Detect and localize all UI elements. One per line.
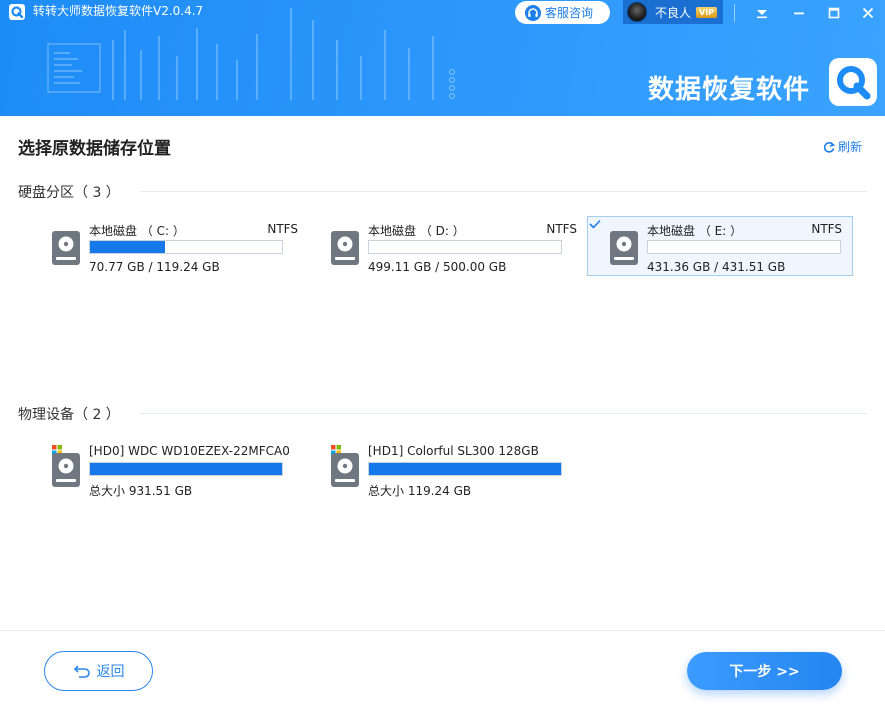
device-usage-bar <box>89 462 283 476</box>
maximize-icon[interactable] <box>823 2 845 24</box>
vip-badge: VIP <box>696 6 718 18</box>
device-size: 总大小 931.51 GB <box>89 484 193 498</box>
next-step-button[interactable]: 下一步 >> <box>687 652 842 690</box>
drive-name: 本地磁盘 （ C: ） <box>89 224 185 238</box>
drive-c[interactable]: 本地磁盘 （ C: ） NTFS 70.77 GB / 119.24 GB <box>42 217 308 277</box>
device-usage-bar <box>368 462 562 476</box>
checkmark-icon <box>589 219 601 229</box>
user-account[interactable]: 不良人 VIP <box>623 0 723 24</box>
device-hd1[interactable]: [HD1] Colorful SL300 128GB 总大小 119.24 GB <box>321 439 587 499</box>
refresh-label: 刷新 <box>838 140 863 154</box>
customer-service-button[interactable]: 客服咨询 <box>515 1 610 24</box>
brand-text: 数据恢复软件 <box>648 75 811 105</box>
drive-usage-bar <box>647 240 841 254</box>
page-title: 选择原数据储存位置 <box>18 139 171 159</box>
refresh-button[interactable]: 刷新 <box>823 138 862 155</box>
drive-usage-bar <box>89 240 283 254</box>
hdd-icon <box>610 231 638 265</box>
device-name: [HD0] WDC WD10EZEX-22MFCA0 <box>89 444 290 458</box>
drive-e[interactable]: 本地磁盘 （ E: ） NTFS 431.36 GB / 431.51 GB <box>587 216 853 276</box>
title-bar-divider <box>734 4 735 22</box>
user-name: 不良人 <box>655 5 692 20</box>
usage-fill <box>369 463 561 475</box>
back-label: 返回 <box>96 664 125 680</box>
drive-name: 本地磁盘 （ E: ） <box>647 224 743 238</box>
refresh-icon <box>823 141 835 153</box>
hdd-icon <box>52 453 80 487</box>
header-banner: 转转大师数据恢复软件V2.0.4.7 客服咨询 不良人 VIP 数据恢复软件 <box>0 0 885 116</box>
down-arrow-icon[interactable] <box>751 2 773 24</box>
drive-d[interactable]: 本地磁盘 （ D: ） NTFS 499.11 GB / 500.00 GB <box>321 217 587 277</box>
back-button[interactable]: 返回 <box>44 651 153 691</box>
usage-fill <box>90 241 165 253</box>
partitions-section-title: 硬盘分区（ 3 ） <box>18 185 120 201</box>
app-title: 转转大师数据恢复软件V2.0.4.7 <box>33 4 204 18</box>
hdd-icon <box>331 231 359 265</box>
customer-service-label: 客服咨询 <box>545 6 594 20</box>
drive-filesystem: NTFS <box>546 222 577 236</box>
drive-name: 本地磁盘 （ D: ） <box>368 224 465 238</box>
device-name: [HD1] Colorful SL300 128GB <box>368 444 539 458</box>
minimize-icon[interactable] <box>788 2 810 24</box>
headset-icon <box>525 4 541 21</box>
drive-size: 70.77 GB / 119.24 GB <box>89 260 220 274</box>
hdd-icon <box>331 453 359 487</box>
usage-fill <box>90 463 282 475</box>
drive-usage-bar <box>368 240 562 254</box>
device-hd0[interactable]: [HD0] WDC WD10EZEX-22MFCA0 总大小 931.51 GB <box>42 439 308 499</box>
section-divider <box>140 191 867 192</box>
back-arrow-icon <box>73 665 90 678</box>
devices-section-title: 物理设备（ 2 ） <box>18 407 120 423</box>
next-step-label: 下一步 >> <box>729 664 800 680</box>
drive-filesystem: NTFS <box>811 222 842 236</box>
device-size: 总大小 119.24 GB <box>368 484 472 498</box>
q-logo-icon <box>9 4 25 20</box>
drive-size: 431.36 GB / 431.51 GB <box>647 260 786 274</box>
drive-size: 499.11 GB / 500.00 GB <box>368 260 507 274</box>
drive-filesystem: NTFS <box>267 222 298 236</box>
brand-logo-icon <box>829 58 877 106</box>
hdd-icon <box>52 231 80 265</box>
section-divider <box>140 413 867 414</box>
close-icon[interactable] <box>857 2 879 24</box>
avatar <box>627 2 647 22</box>
footer-divider <box>0 630 885 631</box>
